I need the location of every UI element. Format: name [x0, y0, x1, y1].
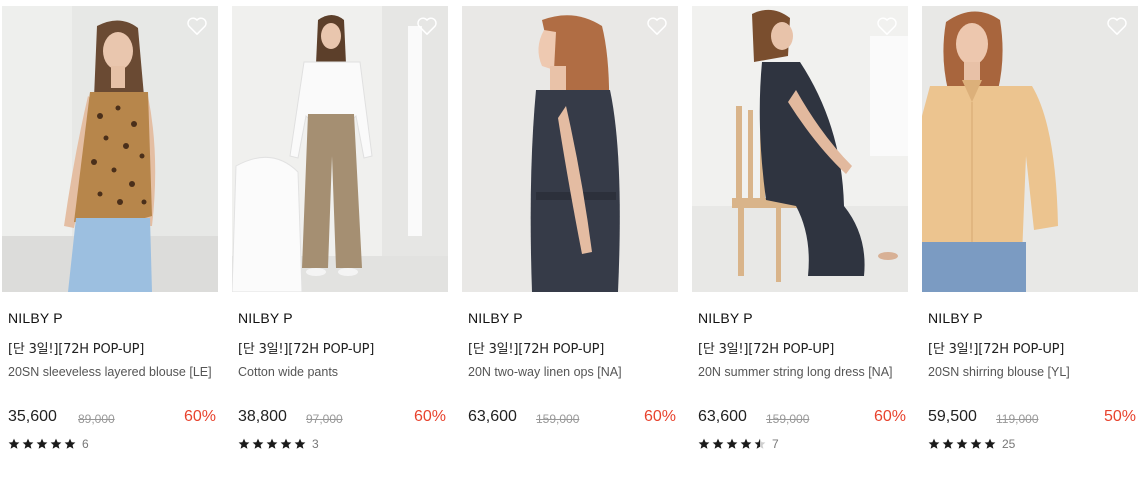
promo-tag: [단 3일!][72H POP-UP] — [238, 342, 375, 357]
heart-outline-icon[interactable] — [646, 16, 668, 36]
sale-price: 63,600 — [698, 408, 747, 425]
product-name[interactable]: 20SN shirring blouse [YL] — [928, 365, 1132, 379]
star-icon — [8, 438, 20, 449]
original-price: 97,000 — [306, 412, 343, 426]
sale-price: 38,800 — [238, 408, 287, 425]
brand-name[interactable]: NILBY P — [468, 310, 523, 326]
heart-outline-icon[interactable] — [186, 16, 208, 36]
promo-tag: [단 3일!][72H POP-UP] — [928, 342, 1065, 357]
star-icon — [970, 438, 982, 449]
star-icon — [252, 438, 264, 449]
product-image-navy-linen-dress[interactable] — [462, 6, 678, 292]
product-card[interactable]: NILBY P [단 3일!][72H POP-UP] Cotton wide … — [232, 6, 448, 466]
product-card[interactable]: NILBY P [단 3일!][72H POP-UP] 20SN sleevel… — [2, 6, 218, 466]
original-price: 119,000 — [996, 412, 1039, 426]
star-icon — [754, 438, 766, 449]
review-count: 7 — [772, 437, 779, 451]
star-rating-icons — [928, 438, 998, 450]
promo-tag: [단 3일!][72H POP-UP] — [698, 342, 835, 357]
review-count: 3 — [312, 437, 319, 451]
product-image-yellow-blouse[interactable] — [922, 6, 1138, 292]
star-icon — [698, 438, 710, 449]
star-rating-icons — [238, 438, 308, 450]
product-grid: NILBY P [단 3일!][72H POP-UP] 20SN sleevel… — [0, 0, 1141, 477]
discount-rate: 50% — [1103, 408, 1136, 425]
discount-rate: 60% — [873, 408, 906, 425]
star-icon — [36, 438, 48, 449]
product-card[interactable]: NILBY P [단 3일!][72H POP-UP] 20N two-way … — [462, 6, 678, 466]
product-name[interactable]: Cotton wide pants — [238, 365, 442, 379]
original-price: 89,000 — [78, 412, 115, 426]
product-image-leopard-camisole[interactable] — [2, 6, 218, 292]
original-price: 159,000 — [536, 412, 580, 426]
review-count: 6 — [82, 437, 89, 451]
star-icon — [266, 438, 278, 449]
star-icon — [928, 438, 940, 449]
brand-name[interactable]: NILBY P — [928, 310, 983, 326]
star-icon — [280, 438, 292, 449]
product-card[interactable]: NILBY P [단 3일!][72H POP-UP] 20N summer s… — [692, 6, 908, 466]
star-rating-icons — [698, 438, 768, 450]
heart-outline-icon[interactable] — [876, 16, 898, 36]
star-icon — [294, 438, 306, 449]
brand-name[interactable]: NILBY P — [8, 310, 63, 326]
rating: 25 — [928, 437, 1015, 451]
star-icon — [984, 438, 996, 449]
star-icon — [22, 438, 34, 449]
sale-price: 59,500 — [928, 408, 977, 425]
promo-tag: [단 3일!][72H POP-UP] — [468, 342, 605, 357]
review-count: 25 — [1002, 437, 1016, 451]
brand-name[interactable]: NILBY P — [238, 310, 293, 326]
discount-rate: 60% — [413, 408, 446, 425]
product-image-wide-pants[interactable] — [232, 6, 448, 292]
brand-name[interactable]: NILBY P — [698, 310, 753, 326]
rating: 6 — [8, 437, 89, 451]
sale-price: 35,600 — [8, 408, 57, 425]
original-price: 159,000 — [766, 412, 810, 426]
rating: 7 — [698, 437, 779, 451]
product-name[interactable]: 20SN sleeveless layered blouse [LE] — [8, 365, 212, 379]
heart-outline-icon[interactable] — [1106, 16, 1128, 36]
star-icon — [238, 438, 250, 449]
star-icon — [942, 438, 954, 449]
star-icon — [740, 438, 752, 449]
star-icon — [64, 438, 76, 449]
product-name[interactable]: 20N summer string long dress [NA] — [698, 365, 902, 379]
sale-price: 63,600 — [468, 408, 517, 425]
product-card[interactable]: NILBY P [단 3일!][72H POP-UP] 20SN shirrin… — [922, 6, 1138, 466]
rating: 3 — [238, 437, 319, 451]
discount-rate: 60% — [643, 408, 676, 425]
star-icon — [726, 438, 738, 449]
product-image-long-dress-chair[interactable] — [692, 6, 908, 292]
star-rating-icons — [8, 438, 78, 450]
product-name[interactable]: 20N two-way linen ops [NA] — [468, 365, 672, 379]
promo-tag: [단 3일!][72H POP-UP] — [8, 342, 145, 357]
discount-rate: 60% — [183, 408, 216, 425]
star-icon — [712, 438, 724, 449]
star-icon — [50, 438, 62, 449]
heart-outline-icon[interactable] — [416, 16, 438, 36]
star-icon — [956, 438, 968, 449]
